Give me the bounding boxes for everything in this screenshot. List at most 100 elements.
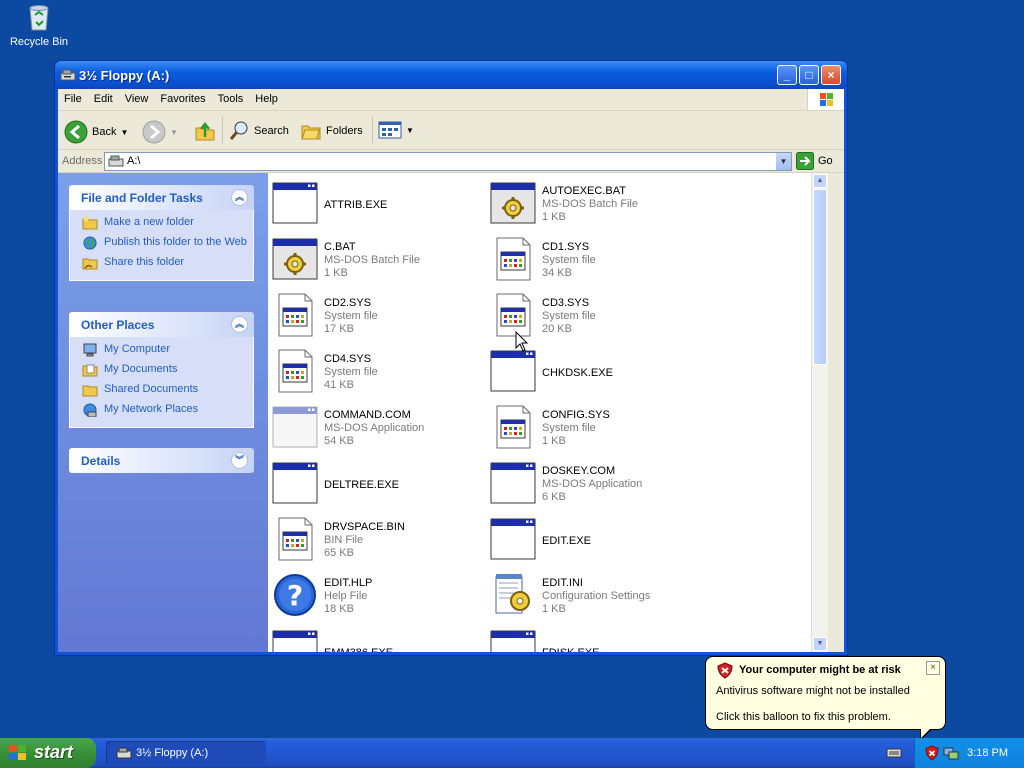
forward-dropdown-icon[interactable]: ▼ [170,128,178,137]
file-item[interactable]: DELTREE.EXE [268,457,478,509]
menu-file[interactable]: File [58,89,88,105]
folders-icon [301,125,321,140]
content-area: File and Folder Tasks ︽ Make a new folde… [58,173,844,652]
collapse-chevron-icon[interactable]: ︽ [231,316,248,333]
file-size: 54 KB [324,435,354,447]
file-item[interactable]: AUTOEXEC.BAT MS-DOS Batch File 1 KB [486,177,696,229]
file-size: 1 KB [542,435,566,447]
place-my-documents[interactable]: My Documents [82,363,253,377]
taskbar-window-button[interactable]: 3½ Floppy (A:) [106,741,266,765]
folders-button[interactable]: Folders [300,120,363,142]
file-item[interactable]: DOSKEY.COM MS-DOS Application 6 KB [486,457,696,509]
window-title: 3½ Floppy (A:) [79,68,170,83]
file-folder-tasks-header[interactable]: File and Folder Tasks ︽ [69,185,254,210]
menu-help[interactable]: Help [249,89,284,105]
address-dropdown-icon[interactable]: ▼ [776,153,791,170]
file-item[interactable]: DRVSPACE.BIN BIN File 65 KB [268,513,478,565]
up-folder-button[interactable] [194,120,216,142]
file-item[interactable]: ATTRIB.EXE [268,177,478,229]
up-folder-icon [195,121,215,141]
address-value: A:\ [127,155,141,167]
menu-view[interactable]: View [119,89,155,105]
forward-button[interactable]: ▼ [142,120,178,144]
other-places-panel: Other Places ︽ My Computer My Documents [69,312,254,428]
scroll-down-button[interactable]: ▼ [813,637,827,651]
search-label: Search [254,125,289,137]
other-places-header[interactable]: Other Places ︽ [69,312,254,337]
start-button[interactable]: start [0,738,96,768]
scroll-up-button[interactable]: ▲ [813,174,827,188]
collapse-chevron-icon[interactable]: ︽ [231,189,248,206]
taskbar: start 3½ Floppy (A:) 3:18 PM [0,738,1024,768]
windows-flag-icon [807,89,844,110]
go-button[interactable]: Go [796,152,833,170]
task-pane: File and Folder Tasks ︽ Make a new folde… [58,173,268,652]
task-publish-folder-label: Publish this folder to the Web [104,236,247,248]
recycle-bin-desktop-icon[interactable]: Recycle Bin [6,2,72,48]
menu-edit[interactable]: Edit [88,89,119,105]
address-label: Address [62,155,103,167]
search-button[interactable]: Search [228,120,289,142]
expand-chevron-icon[interactable]: ︾ [231,452,248,469]
forward-arrow-icon [142,120,166,144]
file-size: 18 KB [324,603,354,615]
back-button[interactable]: Back ▼ [64,120,128,144]
maximize-button[interactable]: □ [799,65,819,85]
place-my-network-places[interactable]: My Network Places [82,403,253,417]
svg-text:?: ? [287,579,303,612]
balloon-action-text: Click this balloon to fix this problem. [716,711,891,723]
file-name: DRVSPACE.BIN [324,521,405,533]
file-name: FDISK.EXE [542,647,599,652]
balloon-message: Antivirus software might not be installe… [716,685,910,697]
file-type: System file [542,254,596,266]
minimize-button[interactable]: _ [777,65,797,85]
window-body: File Edit View Favorites Tools Help Back ▼ ▼ … [58,89,844,652]
file-item[interactable]: CD1.SYS System file 34 KB [486,233,696,285]
task-share-folder[interactable]: Share this folder [82,256,253,270]
file-item[interactable]: FDISK.EXE [486,625,696,652]
title-bar[interactable]: 3½ Floppy (A:) _ □ × [55,61,847,89]
file-item[interactable]: EDIT.INI Configuration Settings 1 KB [486,569,696,621]
vertical-scrollbar[interactable]: ▲ ▼ [811,173,828,652]
place-my-computer[interactable]: My Computer [82,343,253,357]
file-name: CD4.SYS [324,353,372,365]
share-folder-icon [82,258,98,270]
security-alert-balloon[interactable]: Your computer might be at risk Antivirus… [705,656,946,741]
file-item[interactable]: C.BAT MS-DOS Batch File 1 KB [268,233,478,285]
menu-favorites[interactable]: Favorites [154,89,211,105]
explorer-window: 3½ Floppy (A:) _ □ × File Edit View Favorit… [54,60,848,656]
recycle-bin-icon [24,2,54,32]
file-type: MS-DOS Application [324,422,425,434]
new-folder-icon [82,216,98,230]
balloon-close-button[interactable]: × [926,661,940,675]
address-input[interactable]: A:\ ▼ [104,152,792,171]
file-item[interactable]: ? EDIT.HLP Help File 18 KB [268,569,478,621]
file-type: System file [542,422,596,434]
file-name: DELTREE.EXE [324,479,399,491]
close-button[interactable]: × [821,65,841,85]
balloon-title: Your computer might be at risk [739,664,901,676]
file-item[interactable]: CONFIG.SYS System file 1 KB [486,401,696,453]
file-name: CONFIG.SYS [542,409,610,421]
views-dropdown-icon[interactable]: ▼ [406,126,414,135]
security-alert-tray-icon[interactable] [925,745,939,761]
task-make-new-folder[interactable]: Make a new folder [82,216,253,230]
security-shield-icon [717,662,733,679]
task-publish-folder[interactable]: Publish this folder to the Web [82,236,253,250]
file-item[interactable]: EMM386.EXE [268,625,478,652]
network-tray-icon[interactable] [943,745,959,761]
file-item[interactable]: CD4.SYS System file 41 KB [268,345,478,397]
file-item[interactable]: COMMAND.COM MS-DOS Application 54 KB [268,401,478,453]
file-name: EDIT.INI [542,577,583,589]
recycle-bin-label: Recycle Bin [9,36,69,48]
details-header[interactable]: Details ︾ [69,448,254,473]
place-shared-documents[interactable]: Shared Documents [82,383,253,397]
scroll-thumb[interactable] [813,189,827,365]
place-my-network-places-label: My Network Places [104,403,199,415]
views-button[interactable]: ▼ [378,120,414,140]
file-item[interactable]: CD2.SYS System file 17 KB [268,289,478,341]
menu-tools[interactable]: Tools [212,89,250,105]
taskbar-window-label: 3½ Floppy (A:) [136,747,209,759]
back-dropdown-icon[interactable]: ▼ [120,128,128,137]
file-item[interactable]: EDIT.EXE [486,513,696,565]
